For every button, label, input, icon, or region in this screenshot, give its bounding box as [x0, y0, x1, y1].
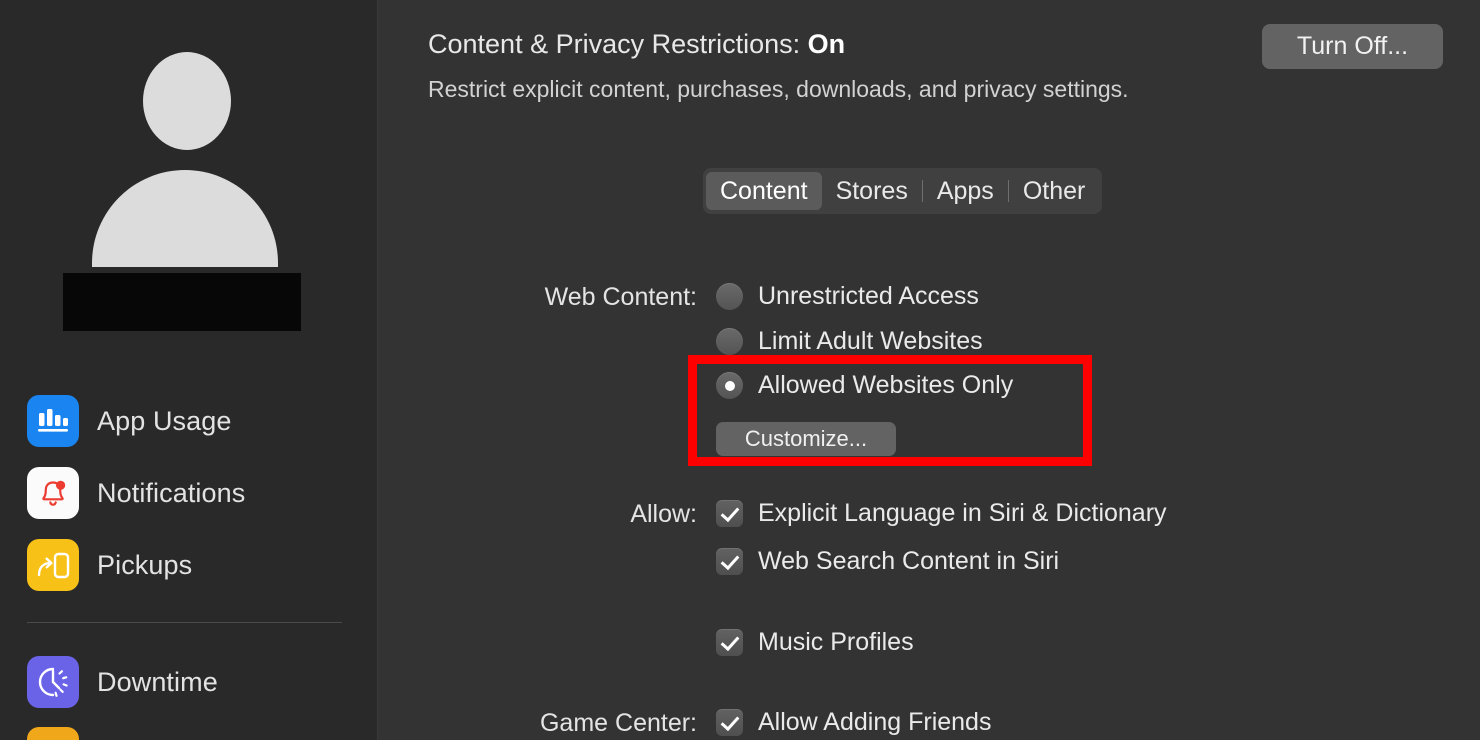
sidebar-item-app-usage[interactable]: App Usage — [0, 393, 378, 449]
tab-segmented-control: Content Stores Apps Other — [703, 168, 1103, 214]
tab-stores[interactable]: Stores — [822, 172, 922, 210]
radio-label: Unrestricted Access — [758, 282, 979, 310]
page-title: Content & Privacy Restrictions: On — [428, 29, 845, 60]
sidebar: App Usage Notifications Pickups Downtime — [0, 0, 378, 740]
turn-off-button[interactable]: Turn Off... — [1262, 24, 1443, 69]
restrictions-status: On — [807, 29, 846, 59]
sidebar-divider — [27, 622, 342, 623]
main-panel: Content & Privacy Restrictions: On Restr… — [379, 0, 1480, 740]
sidebar-item-label: App Usage — [97, 405, 232, 436]
sidebar-item-notifications[interactable]: Notifications — [0, 465, 378, 521]
sidebar-item-label: Notifications — [97, 477, 246, 508]
web-content-label: Web Content: — [544, 283, 697, 311]
checkbox[interactable] — [716, 709, 743, 736]
checkbox-allow-adding-friends[interactable]: Allow Adding Friends — [716, 708, 991, 737]
radio-button-selected[interactable] — [716, 372, 743, 399]
radio-label: Limit Adult Websites — [758, 327, 983, 355]
bar-chart-icon — [27, 395, 79, 447]
sidebar-item-label: Pickups — [97, 549, 193, 580]
bell-icon — [27, 467, 79, 519]
page-title-prefix: Content & Privacy Restrictions: — [428, 29, 808, 59]
downtime-icon — [27, 656, 79, 708]
screen-time-settings-window: App Usage Notifications Pickups Downtime… — [0, 0, 1480, 740]
sidebar-item-downtime[interactable]: Downtime — [0, 654, 378, 710]
checkbox-explicit-language-siri[interactable]: Explicit Language in Siri & Dictionary — [716, 499, 1167, 528]
sidebar-item-label: Downtime — [97, 666, 218, 697]
page-subtitle: Restrict explicit content, purchases, do… — [428, 76, 1129, 102]
avatar-body-shape — [92, 170, 278, 267]
allow-label: Allow: — [630, 500, 697, 528]
checkbox[interactable] — [716, 500, 743, 527]
sidebar-item-list: App Usage Notifications Pickups — [0, 393, 378, 609]
checkbox-label: Music Profiles — [758, 628, 914, 656]
checkbox[interactable] — [716, 629, 743, 656]
checkbox-web-search-content-siri[interactable]: Web Search Content in Siri — [716, 547, 1059, 576]
checkbox[interactable] — [716, 548, 743, 575]
game-center-label: Game Center: — [539, 709, 697, 737]
pickup-phone-icon — [27, 539, 79, 591]
checkbox-label: Explicit Language in Siri & Dictionary — [758, 499, 1167, 527]
customize-button[interactable]: Customize... — [716, 422, 896, 456]
radio-button[interactable] — [716, 283, 743, 310]
radio-allowed-websites-only[interactable]: Allowed Websites Only — [716, 371, 1013, 400]
radio-button[interactable] — [716, 328, 743, 355]
tab-content[interactable]: Content — [706, 172, 822, 210]
sidebar-item-partial-icon[interactable] — [27, 727, 79, 740]
tab-apps[interactable]: Apps — [923, 172, 1008, 210]
sidebar-item-pickups[interactable]: Pickups — [0, 537, 378, 593]
radio-limit-adult-websites[interactable]: Limit Adult Websites — [716, 327, 983, 356]
radio-unrestricted-access[interactable]: Unrestricted Access — [716, 282, 979, 311]
radio-label: Allowed Websites Only — [758, 371, 1014, 399]
user-name-redaction-bar — [63, 273, 301, 331]
checkbox-label: Web Search Content in Siri — [758, 547, 1060, 575]
tab-other[interactable]: Other — [1009, 172, 1100, 210]
avatar — [0, 44, 378, 267]
sidebar-item-list-secondary: Downtime — [0, 654, 378, 726]
checkbox-label: Allow Adding Friends — [758, 708, 992, 736]
avatar-head-shape — [143, 52, 231, 150]
checkbox-music-profiles[interactable]: Music Profiles — [716, 628, 914, 657]
